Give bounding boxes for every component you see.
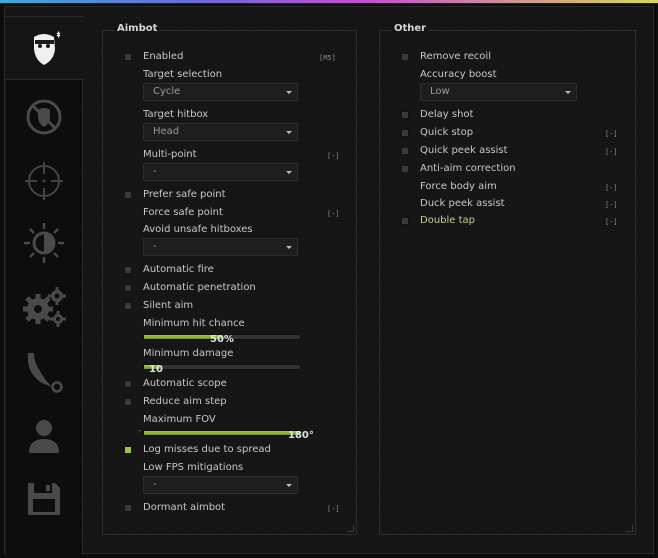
accuracy-boost-label: Accuracy boost <box>420 69 497 80</box>
slider-fill <box>144 431 300 435</box>
avoid-unsafe-hitboxes-label: Avoid unsafe hitboxes <box>143 224 253 235</box>
terrorist-head-icon <box>33 31 60 65</box>
target-selection-label: Target selection <box>143 69 223 80</box>
min-damage-slider[interactable] <box>143 364 301 370</box>
accent-bar-shadow <box>0 3 658 4</box>
low-fps-value: - <box>153 479 157 490</box>
force-safe-point-hotkey[interactable]: [-] <box>327 210 340 218</box>
resize-grip[interactable] <box>626 525 633 532</box>
chevron-down-icon <box>286 131 292 134</box>
knife-icon <box>27 353 63 393</box>
force-body-aim-hotkey[interactable]: [-] <box>605 184 618 192</box>
min-hit-chance-label: Minimum hit chance <box>143 318 245 329</box>
quick-stop-checkbox[interactable] <box>401 129 409 137</box>
duck-peek-label: Duck peek assist <box>420 198 505 209</box>
duck-peek-hotkey[interactable]: [-] <box>605 201 618 209</box>
automatic-scope-label: Automatic scope <box>143 378 227 389</box>
target-hitbox-value: Head <box>153 126 180 137</box>
tab-config[interactable] <box>6 468 82 530</box>
dormant-aimbot-label: Dormant aimbot <box>143 502 226 513</box>
max-fov-decrement[interactable]: - <box>138 426 141 436</box>
avoid-unsafe-hitboxes-dropdown[interactable]: - <box>143 238 298 256</box>
multi-point-hotkey[interactable]: [-] <box>327 152 340 160</box>
quick-peek-checkbox[interactable] <box>401 147 409 155</box>
tab-rage[interactable] <box>6 16 83 80</box>
force-body-aim-label: Force body aim <box>420 181 497 192</box>
double-tap-checkbox[interactable] <box>401 217 409 225</box>
tab-misc[interactable] <box>6 276 82 338</box>
reduce-aim-step-checkbox[interactable] <box>124 398 132 406</box>
anti-aim-correction-label: Anti-aim correction <box>420 163 516 174</box>
dormant-aimbot-hotkey[interactable]: [-] <box>327 505 340 513</box>
chevron-down-icon <box>286 484 292 487</box>
tab-anti-aim[interactable] <box>6 86 82 148</box>
tab-skins[interactable] <box>6 340 82 402</box>
min-hit-chance-value: 50% <box>210 334 234 345</box>
accuracy-boost-value: Low <box>430 86 450 97</box>
max-fov-label: Maximum FOV <box>143 414 216 425</box>
tab-visuals[interactable] <box>6 212 82 274</box>
save-icon <box>28 483 60 515</box>
chevron-down-icon <box>286 246 292 249</box>
quick-stop-label: Quick stop <box>420 127 474 138</box>
chevron-down-icon <box>286 171 292 174</box>
automatic-fire-checkbox[interactable] <box>124 266 132 274</box>
silent-aim-label: Silent aim <box>143 300 194 311</box>
player-icon <box>29 420 59 453</box>
enabled-hotkey[interactable]: [M5] <box>319 54 336 62</box>
target-hitbox-dropdown[interactable]: Head <box>143 123 298 141</box>
tab-players[interactable] <box>6 404 82 466</box>
delay-shot-label: Delay shot <box>420 109 474 120</box>
multi-point-dropdown[interactable]: - <box>143 163 298 181</box>
silent-aim-checkbox[interactable] <box>124 302 132 310</box>
crosshair-icon <box>25 162 63 200</box>
double-tap-label: Double tap <box>420 215 476 226</box>
remove-recoil-label: Remove recoil <box>420 51 491 62</box>
quick-peek-label: Quick peek assist <box>420 145 508 156</box>
gears-icon <box>23 287 66 327</box>
target-selection-dropdown[interactable]: Cycle <box>143 83 298 101</box>
remove-recoil-checkbox[interactable] <box>401 53 409 61</box>
tab-legit[interactable] <box>6 150 82 212</box>
automatic-penetration-checkbox[interactable] <box>124 284 132 292</box>
min-damage-value: 10 <box>149 364 163 375</box>
double-tap-hotkey[interactable]: [-] <box>605 218 618 226</box>
min-damage-label: Minimum damage <box>143 348 234 359</box>
accuracy-boost-dropdown[interactable]: Low <box>420 83 577 101</box>
avoid-unsafe-value: - <box>153 241 157 252</box>
dormant-aimbot-checkbox[interactable] <box>124 504 132 512</box>
delay-shot-checkbox[interactable] <box>401 111 409 119</box>
prefer-safe-point-label: Prefer safe point <box>143 189 226 200</box>
resize-grip[interactable] <box>347 525 354 532</box>
low-fps-dropdown[interactable]: - <box>143 476 298 494</box>
group-title-aimbot: Aimbot <box>115 23 160 34</box>
automatic-fire-label: Automatic fire <box>143 264 214 275</box>
other-group: Other <box>379 23 636 535</box>
chevron-down-icon <box>286 91 292 94</box>
log-misses-checkbox[interactable] <box>124 446 132 454</box>
quick-peek-hotkey[interactable]: [-] <box>605 148 618 156</box>
target-selection-value: Cycle <box>153 86 181 97</box>
anti-aim-icon <box>26 99 62 135</box>
force-safe-point-label: Force safe point <box>143 207 223 218</box>
enabled-checkbox[interactable] <box>124 53 132 61</box>
reduce-aim-step-label: Reduce aim step <box>143 396 227 407</box>
multi-point-label: Multi-point <box>143 149 197 160</box>
group-title-other: Other <box>392 23 429 34</box>
max-fov-value: 180° <box>288 430 314 441</box>
anti-aim-correction-checkbox[interactable] <box>401 165 409 173</box>
max-fov-slider[interactable] <box>143 430 301 436</box>
low-fps-label: Low FPS mitigations <box>143 462 244 473</box>
prefer-safe-point-checkbox[interactable] <box>124 191 132 199</box>
visuals-icon <box>24 223 64 263</box>
chevron-down-icon <box>565 91 571 94</box>
enabled-label: Enabled <box>143 51 184 62</box>
automatic-penetration-label: Automatic penetration <box>143 282 256 293</box>
sidebar <box>6 16 83 554</box>
multi-point-value: - <box>153 166 157 177</box>
log-misses-label: Log misses due to spread <box>143 444 271 455</box>
target-hitbox-label: Target hitbox <box>143 109 209 120</box>
quick-stop-hotkey[interactable]: [-] <box>605 130 618 138</box>
automatic-scope-checkbox[interactable] <box>124 380 132 388</box>
